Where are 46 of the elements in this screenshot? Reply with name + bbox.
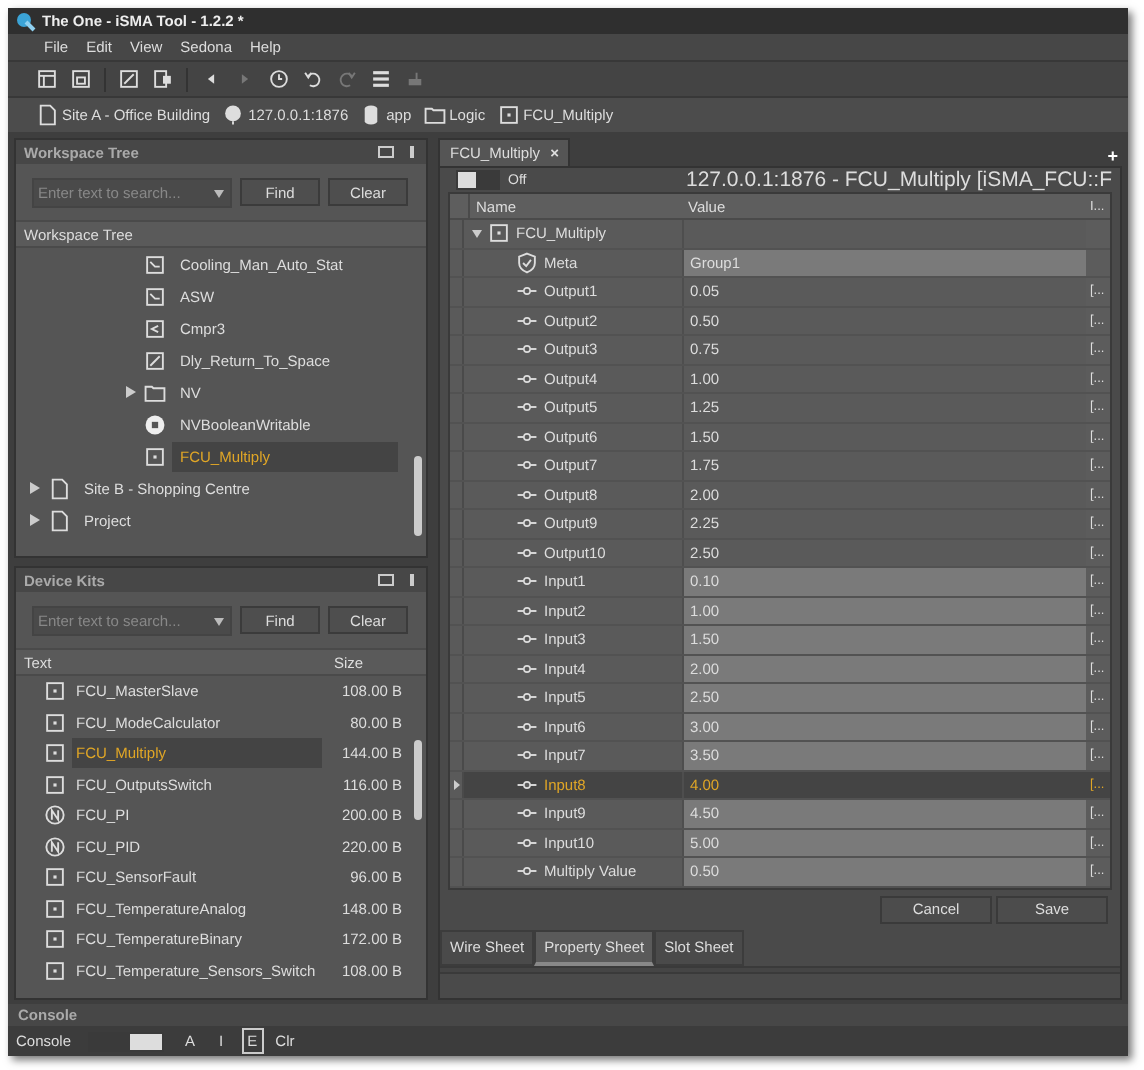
document-icon [48,509,70,531]
expand-arrow-icon[interactable] [126,386,136,398]
compare-block-icon [144,317,166,339]
function-block-icon [44,866,66,889]
clock-icon[interactable] [268,68,290,90]
function-block-icon [44,897,66,920]
native-block-icon [44,804,66,827]
toggle-switch[interactable] [456,170,500,190]
editor-heading: 127.0.0.1:1876 - FCU_Multiply [iSMA_FCU::F [686,168,1112,192]
folder-icon [423,104,446,126]
document-icon [36,104,58,126]
app-logo-icon [16,11,36,31]
undo-icon[interactable] [302,68,324,90]
edit-icon[interactable] [118,68,140,90]
function-block-icon [497,104,520,126]
function-block-icon [44,928,66,951]
shield-icon [516,251,538,274]
collapse-arrow-icon[interactable] [472,229,482,238]
native-block-icon [44,835,66,858]
restore-icon[interactable] [378,146,394,158]
layout-icon[interactable] [36,68,58,90]
list-icon[interactable] [370,68,392,90]
save-icon[interactable] [70,68,92,90]
dropdown-arrow-icon[interactable] [214,617,224,625]
function-block-icon [44,742,66,765]
circle-icon [144,413,166,435]
function-block-icon [44,680,66,703]
edit-icon [144,349,166,371]
document-icon [48,477,70,499]
expand-arrow-icon[interactable] [30,514,40,526]
row-pointer-icon [453,779,459,790]
function-block-icon [488,222,510,245]
database-icon [360,104,383,126]
globe-icon [222,104,245,126]
component-icon[interactable] [152,68,174,90]
add-tab-button[interactable]: + [1107,146,1122,166]
function-block-icon [144,445,166,467]
expand-arrow-icon[interactable] [30,482,40,494]
function-block-icon [44,959,66,982]
chart-block-icon [144,253,166,275]
restore-icon[interactable] [378,574,394,586]
function-block-icon [44,711,66,734]
folder-icon [144,381,166,403]
function-block-icon [44,773,66,796]
dropdown-arrow-icon[interactable] [214,189,224,197]
chart-block-icon [144,285,166,307]
